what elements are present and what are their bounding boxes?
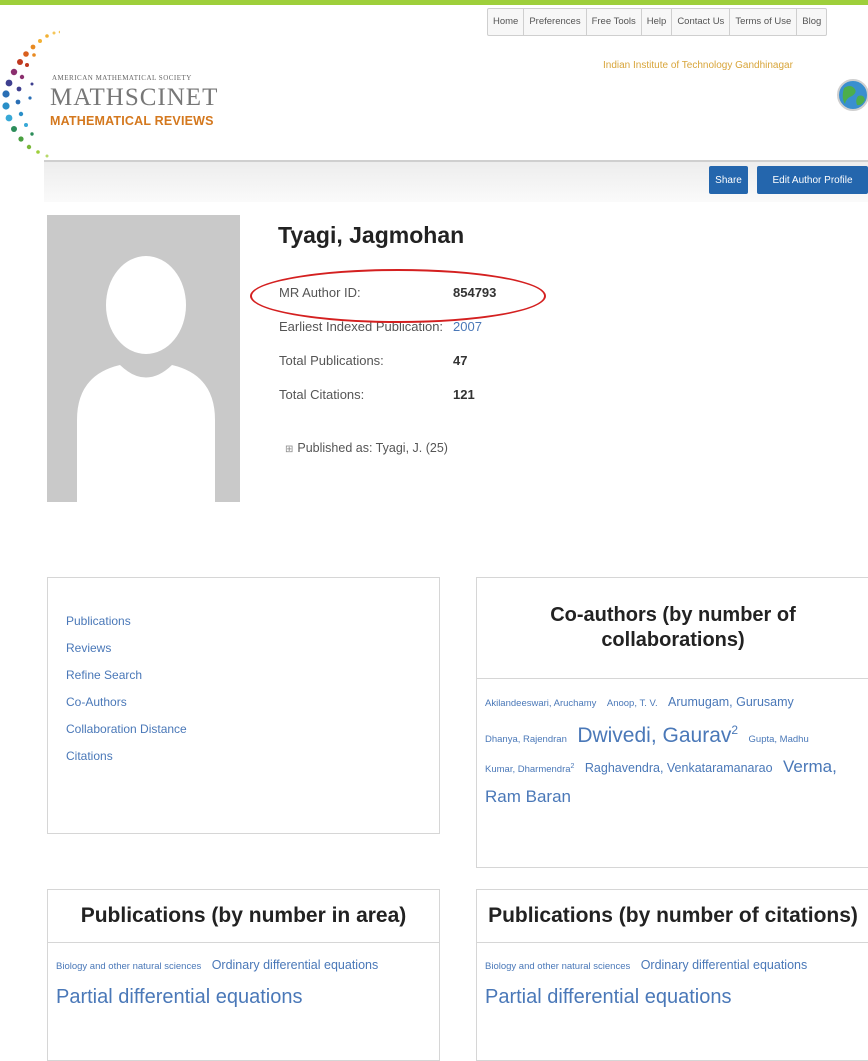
subject-area-link[interactable]: Biology and other natural sciences xyxy=(56,961,201,972)
coauthor-name: Dwivedi, Gaurav xyxy=(577,724,732,747)
author-avatar xyxy=(47,215,240,502)
institution-globe-icon xyxy=(837,79,868,111)
expand-plus-icon: ⊞ xyxy=(285,444,294,455)
subject-area-link[interactable]: Partial differential equations xyxy=(485,986,731,1008)
author-id-highlight-annotation xyxy=(250,269,546,323)
earliest-publication-link[interactable]: 2007 xyxy=(453,319,482,334)
nav-blog-link[interactable]: Blog xyxy=(797,9,826,35)
subject-area-link[interactable]: Ordinary differential equations xyxy=(212,958,379,972)
coauthor-link[interactable]: Dwivedi, Gaurav2 xyxy=(577,723,739,747)
institution-name: Indian Institute of Technology Gandhinag… xyxy=(603,60,793,71)
publications-by-citations-heading: Publications (by number of citations) xyxy=(477,890,868,943)
nav-contact-us-link[interactable]: Contact Us xyxy=(672,9,731,35)
logo-title: MATHSCINET xyxy=(50,84,219,111)
link-reviews[interactable]: Reviews xyxy=(66,641,111,655)
coauthors-panel: Co-authors (by number of collaborations)… xyxy=(476,577,868,868)
total-publications-value: 47 xyxy=(453,353,468,368)
subject-area-cloud: Biology and other natural sciences Ordin… xyxy=(56,950,434,1014)
coauthor-link[interactable]: Dhanya, Rajendran xyxy=(485,734,567,745)
mathscinet-logo[interactable]: AMERICAN MATHEMATICAL SOCIETY MATHSCINET… xyxy=(0,22,217,182)
logo-subtitle: MATHEMATICAL REVIEWS xyxy=(50,114,214,128)
coauthors-heading: Co-authors (by number of collaborations) xyxy=(477,578,868,679)
link-collaboration-distance[interactable]: Collaboration Distance xyxy=(66,722,187,736)
nav-home-link[interactable]: Home xyxy=(488,9,525,35)
coauthor-link[interactable]: Arumugam, Gurusamy xyxy=(668,695,794,709)
person-placeholder-icon xyxy=(77,256,215,502)
share-button[interactable]: Share xyxy=(709,166,748,194)
nav-free-tools-link[interactable]: Free Tools xyxy=(587,9,642,35)
published-as-toggle[interactable]: ⊞ Published as: Tyagi, J. (25) xyxy=(285,441,448,455)
coauthor-name: Kumar, Dharmendra xyxy=(485,764,571,776)
link-citations[interactable]: Citations xyxy=(66,749,113,763)
collaboration-count: 2 xyxy=(570,763,575,770)
subject-area-link[interactable]: Ordinary differential equations xyxy=(641,958,808,972)
link-refine-search[interactable]: Refine Search xyxy=(66,668,142,682)
nav-help-link[interactable]: Help xyxy=(642,9,673,35)
coauthor-link[interactable]: Gupta, Madhu xyxy=(749,734,809,745)
collaboration-count: 2 xyxy=(731,723,739,737)
citation-area-cloud: Biology and other natural sciences Ordin… xyxy=(485,950,863,1014)
published-as-text: Published as: Tyagi, J. (25) xyxy=(297,441,448,455)
logo-society-text: AMERICAN MATHEMATICAL SOCIETY xyxy=(52,74,192,82)
author-navigation-panel: Publications Reviews Refine Search Co-Au… xyxy=(47,577,440,834)
publications-by-area-heading: Publications (by number in area) xyxy=(48,890,439,943)
publications-by-area-panel: Publications (by number in area) Biology… xyxy=(47,889,440,1061)
total-publications-label: Total Publications: xyxy=(279,353,384,368)
coauthor-link[interactable]: Kumar, Dharmendra2 xyxy=(485,763,575,776)
author-name: Tyagi, Jagmohan xyxy=(278,222,465,248)
subject-area-link[interactable]: Biology and other natural sciences xyxy=(485,961,630,972)
nav-terms-of-use-link[interactable]: Terms of Use xyxy=(730,9,798,35)
total-citations-label: Total Citations: xyxy=(279,387,365,402)
publications-by-citations-panel: Publications (by number of citations) Bi… xyxy=(476,889,868,1061)
coauthor-link[interactable]: Akilandeeswari, Aruchamy xyxy=(485,698,596,709)
coauthor-link[interactable]: Anoop, T. V. xyxy=(607,698,658,709)
total-citations-value: 121 xyxy=(453,387,475,402)
nav-preferences-link[interactable]: Preferences xyxy=(524,9,587,35)
link-co-authors[interactable]: Co-Authors xyxy=(66,695,127,709)
edit-author-profile-button[interactable]: Edit Author Profile xyxy=(757,166,868,194)
coauthors-cloud: Akilandeeswari, Aruchamy Anoop, T. V. Ar… xyxy=(485,688,863,811)
link-publications[interactable]: Publications xyxy=(66,614,131,628)
coauthor-link[interactable]: Raghavendra, Venkataramanarao xyxy=(585,761,773,775)
top-navigation: Home Preferences Free Tools Help Contact… xyxy=(487,8,828,36)
subject-area-link[interactable]: Partial differential equations xyxy=(56,986,302,1008)
top-accent-bar xyxy=(0,0,868,5)
